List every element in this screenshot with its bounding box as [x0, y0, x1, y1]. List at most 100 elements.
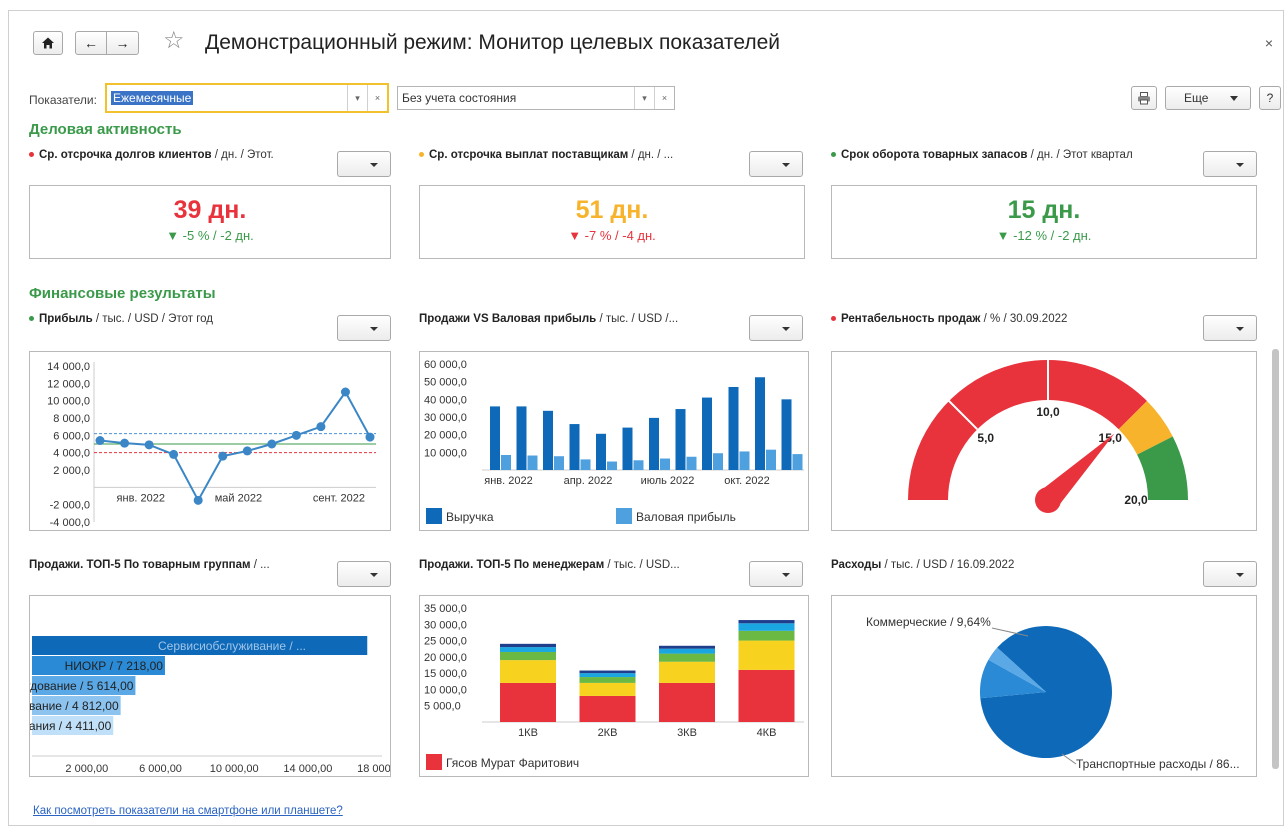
indicators-select[interactable]: Ежемесячные ▾ ×	[105, 83, 389, 113]
expenses-settings-dropdown[interactable]	[1203, 561, 1257, 587]
managers-x-tick: 4КВ	[757, 727, 777, 739]
indicators-label: Показатели:	[29, 93, 97, 107]
managers-y-tick: 20 000,0	[424, 652, 467, 664]
sales-x-tick: июль 2022	[641, 475, 695, 487]
expenses-leader-line	[1061, 753, 1077, 765]
managers-y-tick: 30 000,0	[424, 619, 467, 631]
home-button[interactable]	[33, 31, 63, 55]
profit-x-tick: сент. 2022	[313, 492, 365, 504]
managers-bar-segment	[579, 677, 636, 683]
top-groups-x-tick: 2 000,00	[65, 763, 108, 775]
managers-legend-swatch	[426, 754, 442, 770]
rent-chart-panel: 5,010,015,020,0	[831, 351, 1257, 531]
profit-x-tick: май 2022	[215, 492, 262, 504]
sales-vs-settings-dropdown[interactable]	[749, 315, 803, 341]
managers-bar-segment	[500, 682, 556, 722]
print-icon	[1138, 92, 1150, 105]
top-groups-x-tick: 14 000,00	[283, 763, 332, 775]
kpi-2-value: 51 дн.	[575, 196, 649, 224]
kpi-2-panel: 51 дн. ▼ -7 % / -4 дн.	[419, 185, 805, 259]
sales-bar-revenue	[543, 410, 553, 470]
kpi-1-value: 39 дн.	[173, 196, 247, 224]
sales-bar-revenue	[702, 397, 712, 470]
sales-bar-gross-profit	[633, 460, 644, 470]
profit-data-point	[365, 432, 375, 442]
section-finance-title: Финансовые результаты	[29, 285, 216, 302]
sales-bar-revenue	[675, 409, 686, 470]
managers-bar-segment	[738, 620, 795, 624]
top-groups-x-tick: 18 000,00	[357, 763, 390, 775]
sales-bar-revenue	[569, 424, 580, 470]
back-arrow-icon: ←	[84, 35, 98, 51]
kpi-1-title: Ср. отсрочка долгов клиентов / дн. / Это…	[29, 149, 329, 161]
scrollbar-thumb[interactable]	[1272, 349, 1279, 769]
mobile-help-link[interactable]: Как посмотреть показатели на смартфоне и…	[33, 805, 343, 817]
top-groups-title: Продажи. ТОП-5 По товарным группам / ...	[29, 559, 270, 571]
indicators-clear-icon[interactable]: ×	[367, 85, 387, 111]
state-select[interactable]: Без учета состояния ▾ ×	[397, 86, 675, 110]
forward-arrow-icon: →	[115, 35, 130, 51]
back-button[interactable]: ←	[75, 31, 107, 55]
print-button[interactable]	[1131, 86, 1157, 110]
managers-bar-segment	[500, 651, 556, 661]
forward-button[interactable]: →	[107, 31, 139, 55]
sales-legend-swatch	[616, 508, 632, 524]
top-groups-settings-dropdown[interactable]	[337, 561, 391, 587]
state-clear-icon[interactable]: ×	[654, 87, 674, 109]
sales-bar-gross-profit	[766, 449, 776, 470]
sales-bar-gross-profit	[501, 454, 511, 470]
sales-y-tick: 30 000,0	[424, 412, 467, 424]
sales-bar-revenue	[728, 386, 739, 470]
top-groups-chart-panel: Сервисиобслуживание / ... НИОКР / 7 218,0…	[0, 595, 406, 777]
managers-y-tick: 15 000,0	[424, 668, 467, 680]
kpi-2-settings-dropdown[interactable]	[749, 151, 803, 177]
more-button[interactable]: Еще	[1165, 86, 1251, 110]
profit-data-point	[120, 438, 130, 448]
managers-bar-segment	[659, 653, 715, 662]
page-title: Демонстрационный режим: Монитор целевых …	[205, 31, 781, 54]
help-button[interactable]: ?	[1259, 86, 1281, 110]
managers-bar-segment	[500, 660, 556, 683]
profit-settings-dropdown[interactable]	[337, 315, 391, 341]
kpi-2-down-arrow-icon: ▼	[568, 228, 582, 243]
kpi-3-settings-dropdown[interactable]	[1203, 151, 1257, 177]
top-groups-bar-label: Сервисиобслуживание / ...	[158, 639, 306, 653]
kpi-1-settings-dropdown[interactable]	[337, 151, 391, 177]
favorite-star-icon[interactable]: ☆	[163, 26, 185, 55]
sales-vs-bar-chart: 60 000,0 50 000,0 40 000,0 30 000,0 20 000,0…	[424, 359, 804, 524]
kpi-3-value: 15 дн.	[1007, 196, 1081, 224]
top-groups-bar-chart: Сервисиобслуживание / ... НИОКР / 7 218,0…	[0, 636, 406, 775]
profit-y-tick: 8 000,0	[53, 413, 90, 425]
sales-bar-revenue	[490, 406, 500, 470]
close-icon[interactable]: ×	[1265, 35, 1273, 51]
kpi-1-panel: 39 дн. ▼ -5 % / -2 дн.	[29, 185, 391, 259]
rent-settings-dropdown[interactable]	[1203, 315, 1257, 341]
managers-bar-segment	[500, 643, 556, 648]
sales-x-tick: янв. 2022	[484, 475, 532, 487]
sales-y-tick: 10 000,0	[424, 447, 467, 459]
rent-gauge-chart: 5,010,015,020,0	[908, 360, 1188, 513]
state-dropdown-icon[interactable]: ▾	[634, 87, 654, 109]
gauge-tick-label: 5,0	[977, 431, 994, 445]
home-icon	[42, 37, 54, 49]
top-managers-settings-dropdown[interactable]	[749, 561, 803, 587]
rent-status-dot	[831, 316, 836, 322]
kpi-2-delta: ▼ -7 % / -4 дн.	[568, 228, 656, 243]
sales-bar-revenue	[649, 417, 659, 470]
expenses-title: Расходы / тыс. / USD / 16.09.2022	[831, 559, 1015, 571]
managers-bar-segment	[738, 669, 795, 722]
managers-x-tick: 1КВ	[518, 727, 538, 739]
indicators-dropdown-icon[interactable]: ▾	[347, 85, 367, 111]
more-dropdown-icon	[1230, 96, 1238, 101]
sales-bar-revenue	[755, 377, 765, 470]
profit-y-tick: -2 000,0	[50, 500, 90, 512]
sales-bar-gross-profit	[713, 453, 723, 470]
managers-bar-segment	[579, 682, 636, 696]
managers-x-tick: 2КВ	[598, 727, 618, 739]
managers-bar-segment	[738, 640, 795, 670]
sales-bar-revenue	[622, 427, 633, 470]
managers-bar-segment	[738, 623, 795, 631]
kpi-3-status-dot	[831, 152, 836, 158]
profit-data-point	[193, 495, 203, 505]
managers-y-tick: 5 000,0	[424, 701, 461, 713]
